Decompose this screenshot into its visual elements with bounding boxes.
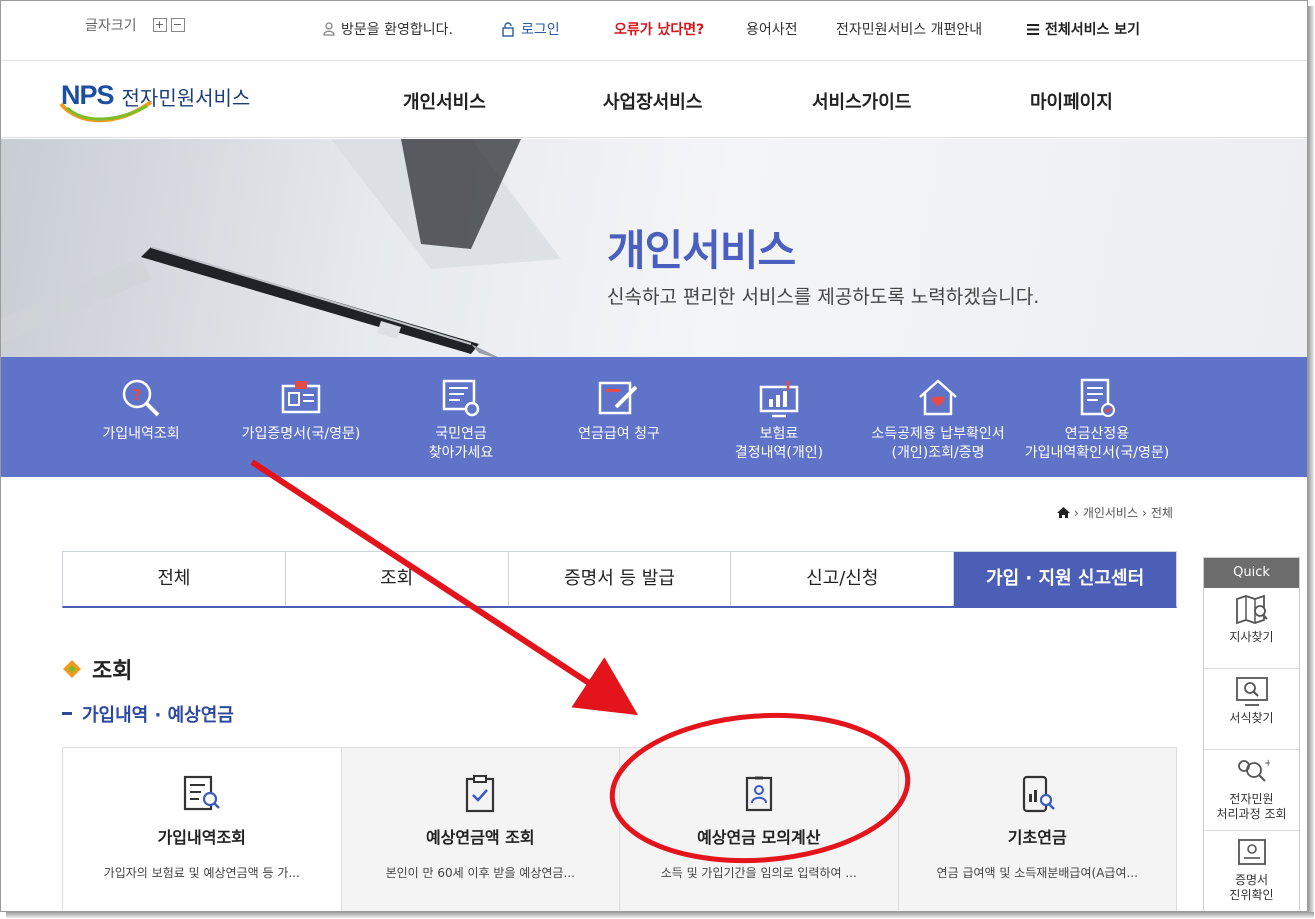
user-icon (323, 22, 335, 36)
banner-title: 개인서비스 (607, 226, 796, 275)
quick-side-panel: Quick 지사찾기 서식찾기 + 전자민원 처리과정 조회 증명서 진위확인 (1203, 557, 1300, 911)
card-pension-simulation[interactable]: 예상연금 모의계산 소득 및 가입기간을 임의로 입력하여 ... (620, 748, 899, 911)
site-header: NPS 전자민원서비스 개인서비스 사업장서비스 서비스가이드 마이페이지 (1, 62, 1307, 138)
category-tabs: 전체 조회 증명서 등 발급 신고/신청 가입 · 지원 신고센터 (62, 551, 1177, 608)
gnb-guide[interactable]: 서비스가이드 (812, 88, 911, 114)
logo-swoosh-icon (59, 100, 153, 123)
id-card-icon (281, 381, 321, 414)
quick-item-benefit-claim[interactable]: 연금급여 청구 (539, 357, 699, 477)
menu-icon (1027, 23, 1039, 35)
quick-service-strip: ? 가입내역조회 가입증명서(국/영문) 국민연금 찾아가세요 연금급여 청구 … (1, 357, 1307, 477)
svg-text:+: + (1264, 758, 1270, 769)
breadcrumb-level2: 전체 (1150, 506, 1173, 520)
all-services-link[interactable]: 전체서비스 보기 (1027, 19, 1140, 39)
house-heart-icon (919, 379, 957, 416)
quick-item-tax-deduction[interactable]: 소득공제용 납부확인서 (개인)조회/증명 (858, 357, 1018, 477)
utility-bar: 글자크기 + − 방문을 환영합니다. 로그인 오류가 났다면? 용어사전 전자… (1, 1, 1307, 61)
section-title: 조회 (62, 653, 132, 685)
quick-panel-branch-finder[interactable]: 지사찾기 (1204, 588, 1299, 669)
login-link[interactable]: 로그인 (501, 19, 560, 39)
quick-item-premium-decision[interactable]: 보험료 결정내역(개인) (699, 357, 859, 477)
gnb-mypage[interactable]: 마이페이지 (1030, 88, 1113, 114)
monitor-chart-icon (759, 381, 799, 418)
certificate-icon (1237, 839, 1266, 865)
font-increase-button[interactable]: + (152, 18, 167, 32)
quick-item-certificate[interactable]: 가입증명서(국/영문) (221, 357, 381, 477)
map-search-icon (1235, 594, 1268, 625)
quick-panel-certificate-verify[interactable]: 증명서 진위확인 (1204, 831, 1299, 911)
monitor-search-icon (1235, 677, 1268, 706)
site-logo[interactable]: NPS 전자민원서비스 (59, 80, 250, 123)
breadcrumb-level1[interactable]: 개인서비스 (1083, 504, 1138, 521)
quick-panel-process-inquiry[interactable]: + 전자민원 처리과정 조회 (1204, 750, 1299, 831)
people-search-icon: + (1237, 758, 1270, 782)
logo-nps: NPS (59, 80, 153, 123)
banner-subtitle: 신속하고 편리한 서비스를 제공하도록 노력하겠습니다. (607, 286, 1040, 308)
tab-support-center[interactable]: 가입 · 지원 신고센터 (954, 552, 1176, 606)
quick-panel-title: Quick (1204, 558, 1299, 588)
edit-document-icon (598, 381, 638, 415)
clipboard-check-icon (466, 775, 495, 813)
glossary-link[interactable]: 용어사전 (746, 19, 798, 39)
gnb-business[interactable]: 사업장서비스 (603, 88, 702, 114)
document-search-icon (442, 379, 480, 417)
gnb-personal[interactable]: 개인서비스 (403, 88, 486, 114)
pen-illustration (1, 139, 561, 357)
lock-icon (502, 21, 514, 37)
font-size-control: 글자크기 + − (85, 15, 185, 35)
hero-banner: 개인서비스 신속하고 편리한 서비스를 제공하도록 노력하겠습니다. (1, 139, 1307, 357)
home-icon[interactable] (1057, 507, 1070, 518)
search-question-icon: ? (122, 379, 160, 417)
document-check-icon (1080, 378, 1115, 417)
tab-report[interactable]: 신고/신청 (731, 552, 955, 606)
tab-inquiry[interactable]: 조회 (285, 552, 509, 606)
tab-certificate[interactable]: 증명서 등 발급 (508, 552, 732, 606)
list-search-icon (183, 775, 220, 811)
window-shadow-bottom (6, 912, 1314, 918)
font-size-label: 글자크기 (85, 18, 137, 34)
quick-item-pension-calc-confirm[interactable]: 연금산정용 가입내역확인서(국/영문) (1017, 357, 1177, 477)
dash-bullet-icon (62, 712, 72, 715)
card-basic-pension[interactable]: 기초연금 연금 급여액 및 소득재분배급여(A급여... (898, 748, 1176, 911)
quick-panel-form-finder[interactable]: 서식찾기 (1204, 669, 1299, 750)
section-subtitle: 가입내역 · 예상연금 (62, 701, 234, 727)
mobile-chart-icon (1023, 775, 1056, 813)
quick-item-subscription-inquiry[interactable]: ? 가입내역조회 (61, 357, 221, 477)
font-decrease-button[interactable]: − (170, 18, 185, 32)
breadcrumb: › 개인서비스 › 전체 (1057, 504, 1173, 521)
renewal-notice-link[interactable]: 전자민원서비스 개편안내 (836, 19, 982, 39)
browser-page: 글자크기 + − 방문을 환영합니다. 로그인 오류가 났다면? 용어사전 전자… (0, 0, 1308, 912)
quick-item-find-pension[interactable]: 국민연금 찾아가세요 (381, 357, 541, 477)
card-subscription-inquiry[interactable]: 가입내역조회 가입자의 보험료 및 예상연금액 등 가... (63, 748, 342, 911)
card-expected-pension[interactable]: 예상연금액 조회 본인이 만 60세 이후 받을 예상연금... (341, 748, 620, 911)
svg-text:?: ? (133, 386, 142, 404)
id-badge-icon (745, 776, 772, 812)
window-shadow-right (1308, 6, 1314, 916)
tab-all[interactable]: 전체 (63, 552, 286, 606)
welcome-message: 방문을 환영합니다. (323, 19, 453, 39)
error-report-link[interactable]: 오류가 났다면? (614, 19, 704, 39)
service-card-list: 가입내역조회 가입자의 보험료 및 예상연금액 등 가... 예상연금액 조회 … (62, 747, 1177, 911)
diamond-bullet-icon (63, 660, 81, 678)
